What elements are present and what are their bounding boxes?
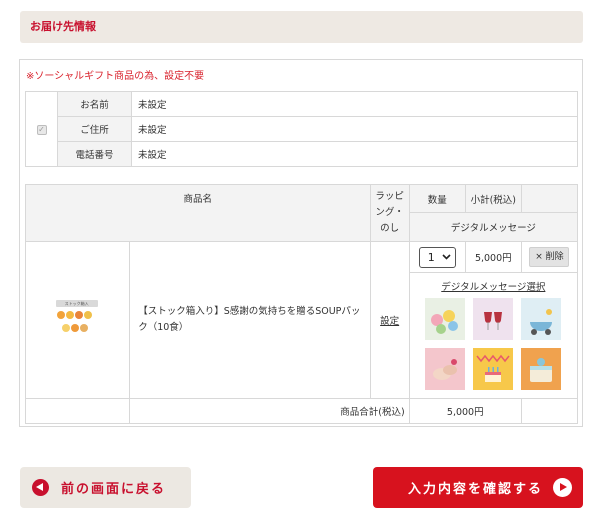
digital-message-select-link[interactable]: デジタルメッセージ選択 — [410, 279, 577, 293]
recipient-table: ✓ お名前 未設定 ご住所 未設定 電話番号 未設定 — [25, 91, 578, 167]
message-card-flowers[interactable] — [425, 298, 466, 340]
recipient-checkbox-cell: ✓ — [25, 91, 58, 167]
product-image-cell: ストック箱入 — [24, 241, 131, 399]
arrow-left-icon — [32, 479, 49, 496]
message-card-grid — [410, 298, 577, 390]
digital-message-cell: デジタルメッセージ選択 — [408, 272, 579, 399]
soup-cup-icon — [83, 311, 92, 319]
social-gift-notice: ※ソーシャルギフト商品の為、設定不要 — [26, 71, 205, 82]
message-card-hands[interactable] — [425, 348, 466, 390]
address-value: 未設定 — [131, 116, 578, 142]
product-name-header: 商品名 — [25, 184, 371, 242]
soup-cup-icon — [79, 324, 88, 332]
recipient-row-name: ✓ お名前 未設定 — [25, 91, 578, 167]
message-card-baby[interactable] — [521, 298, 562, 340]
delivery-info-box: ※ソーシャルギフト商品の為、設定不要 ✓ お名前 未設定 ご住所 未設定 電話番… — [19, 59, 583, 427]
flowers-icon — [431, 310, 459, 334]
quantity-value: 1 — [427, 250, 435, 264]
phone-label: 電話番号 — [57, 141, 132, 167]
hands-icon — [433, 359, 458, 380]
phone-value: 未設定 — [131, 141, 578, 167]
wrapping-cell: 設定 — [369, 241, 410, 399]
message-card-wine[interactable] — [473, 298, 514, 340]
wine-glasses-icon — [484, 312, 503, 330]
birthday-cake-icon — [476, 354, 510, 382]
section-title: お届け先情報 — [20, 11, 583, 43]
total-value: 5,000円 — [408, 398, 522, 424]
chevron-down-icon — [442, 254, 451, 260]
quantity-select[interactable]: 1 — [418, 246, 456, 268]
soup-cup-icon — [70, 324, 79, 332]
product-name: 【ストック箱入り】S感謝の気持ちを贈るSOUPパック（10食） — [129, 241, 371, 399]
subtotal-header: 小計(税込) — [464, 184, 522, 213]
message-card-gift[interactable] — [521, 348, 562, 390]
recipient-row-phone: 電話番号 未設定 — [26, 141, 578, 167]
gift-box-icon — [530, 358, 553, 382]
arrow-right-icon — [553, 478, 572, 497]
confirm-button-label: 入力内容を確認する — [407, 482, 543, 497]
baby-stroller-icon — [530, 309, 553, 335]
quantity-header: 数量 — [408, 184, 466, 213]
cart-items-table: 商品名 ラッピング・のし 数量 小計(税込) デジタルメッセージ ストック箱入 — [24, 184, 579, 424]
delete-cell: × 削除 — [520, 241, 579, 273]
delete-header — [520, 184, 579, 213]
soup-cup-icon — [74, 311, 83, 319]
wrapping-settings-link[interactable]: 設定 — [380, 316, 399, 327]
quantity-cell: 1 — [408, 241, 466, 273]
product-row: ストック箱入 【ストック箱入り】S感謝の気持ちを贈るSOUPパック（10食） 設… — [24, 241, 579, 399]
wrapping-header: ラッピング・のし — [369, 184, 410, 242]
back-button-label: 前の画面に戻る — [61, 482, 167, 497]
total-empty-cell-right — [520, 398, 579, 424]
confirm-button[interactable]: 入力内容を確認する — [373, 467, 583, 508]
product-image[interactable]: ストック箱入 — [55, 300, 100, 340]
back-button[interactable]: 前の画面に戻る — [20, 467, 191, 508]
soup-cup-icon — [65, 311, 74, 319]
total-label: 商品合計(税込) — [129, 398, 410, 424]
address-label: ご住所 — [57, 116, 132, 142]
recipient-row-address: ご住所 未設定 — [26, 116, 578, 142]
name-value: 未設定 — [131, 91, 578, 117]
total-empty-cell — [24, 398, 131, 424]
recipient-checkbox: ✓ — [36, 124, 47, 135]
stock-tag: ストック箱入 — [55, 300, 98, 307]
message-card-birthday[interactable] — [473, 348, 514, 390]
digital-message-header: デジタルメッセージ — [408, 212, 579, 242]
soup-cup-icon — [56, 311, 65, 319]
total-row: 商品合計(税込) 5,000円 — [24, 398, 579, 424]
subtotal-value: 5,000円 — [464, 241, 522, 273]
soup-cup-icon — [61, 324, 70, 332]
name-label: お名前 — [57, 91, 132, 117]
delete-button[interactable]: × 削除 — [529, 247, 570, 267]
